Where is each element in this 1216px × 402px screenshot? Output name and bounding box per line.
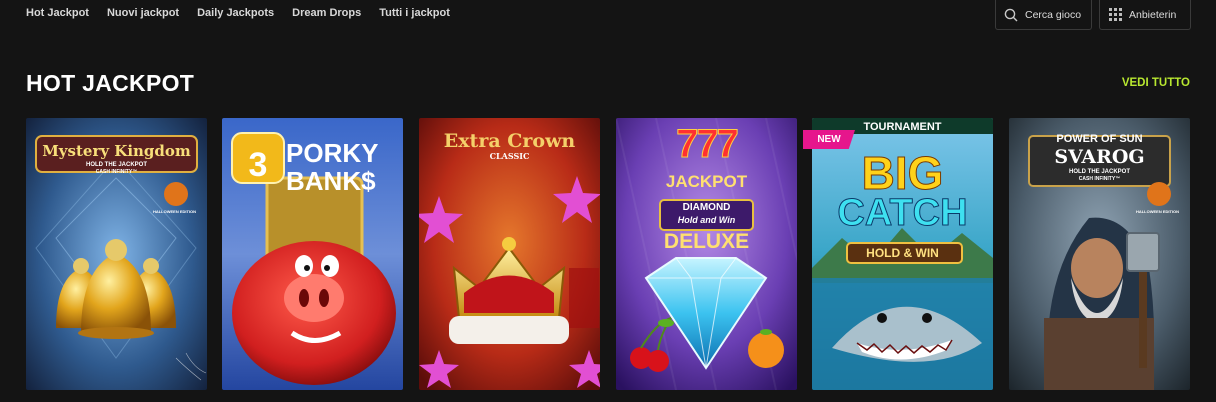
nav-item-daily-jackpots[interactable]: Daily Jackpots xyxy=(197,7,274,19)
game-subtitle-2: CASH INFINITY™ xyxy=(1078,176,1121,182)
nav-item-new-jackpots[interactable]: Nuovi jackpot xyxy=(107,7,179,19)
game-title-2: SVAROG xyxy=(1054,146,1145,168)
top-bar: Hot Jackpot Nuovi jackpot Daily Jackpots… xyxy=(0,0,1216,30)
game-edition: HALLOWEEN EDITION xyxy=(1135,209,1180,214)
game-title: POWER OF SUN xyxy=(1056,133,1143,145)
providers-label: Anbieterin xyxy=(1129,8,1177,21)
search-label: Cerca gioco xyxy=(1025,8,1082,21)
game-title-2: CATCH xyxy=(837,192,968,235)
game-subtitle: Hold and Win xyxy=(677,215,736,225)
search-icon xyxy=(1004,8,1018,21)
game-subtitle: HOLD THE JACKPOT xyxy=(85,162,147,168)
providers-button[interactable]: Anbieterin xyxy=(1099,0,1191,30)
nav-item-hot-jackpot[interactable]: Hot Jackpot xyxy=(26,7,89,19)
game-carousel: Mystery Kingdom HOLD THE JACKPOT CASH IN… xyxy=(26,118,1216,390)
game-title: PORKY xyxy=(286,138,379,168)
game-title: Extra Crown xyxy=(443,130,576,152)
see-all-link[interactable]: VEDI TUTTO xyxy=(1122,77,1190,89)
section-title: HOT JACKPOT xyxy=(26,70,195,96)
game-title-3: DELUXE xyxy=(663,230,750,253)
new-badge: NEW xyxy=(803,130,855,149)
game-card-big-catch[interactable]: TOURNAMENT BIG CATCH HOLD & WIN xyxy=(812,118,993,390)
game-card-777-jackpot-diamond[interactable]: 777 JACKPOT DIAMOND Hold and Win DELUXE xyxy=(616,118,797,390)
game-edition: HALLOWEEN EDITION xyxy=(152,209,197,214)
jackpot-nav: Hot Jackpot Nuovi jackpot Daily Jackpots… xyxy=(26,7,450,19)
game-subtitle: HOLD & WIN xyxy=(866,246,939,260)
game-title-2: DIAMOND xyxy=(682,202,731,213)
grid-icon xyxy=(1109,8,1122,21)
game-title: JACKPOT xyxy=(665,172,748,191)
game-card-extra-crown[interactable]: Extra Crown CLASSIC xyxy=(419,118,600,390)
game-card-mystery-kingdom[interactable]: Mystery Kingdom HOLD THE JACKPOT CASH IN… xyxy=(26,118,207,390)
game-subtitle-2: CASH INFINITY™ xyxy=(95,169,138,175)
game-number: 777 xyxy=(676,122,740,167)
game-number: 3 xyxy=(248,146,268,184)
game-title-2: BANK$ xyxy=(286,166,376,196)
game-subtitle: CLASSIC xyxy=(489,151,530,161)
game-card-power-of-sun-svarog[interactable]: POWER OF SUN SVAROG HOLD THE JACKPOT CAS… xyxy=(1009,118,1190,390)
game-title: Mystery Kingdom xyxy=(42,142,191,160)
search-game-button[interactable]: Cerca gioco xyxy=(995,0,1092,30)
nav-item-all-jackpots[interactable]: Tutti i jackpot xyxy=(379,7,450,19)
game-subtitle: HOLD THE JACKPOT xyxy=(1068,169,1130,175)
nav-item-dream-drops[interactable]: Dream Drops xyxy=(292,7,361,19)
game-card-porky-banks[interactable]: 3 PORKY BANK$ xyxy=(222,118,403,390)
